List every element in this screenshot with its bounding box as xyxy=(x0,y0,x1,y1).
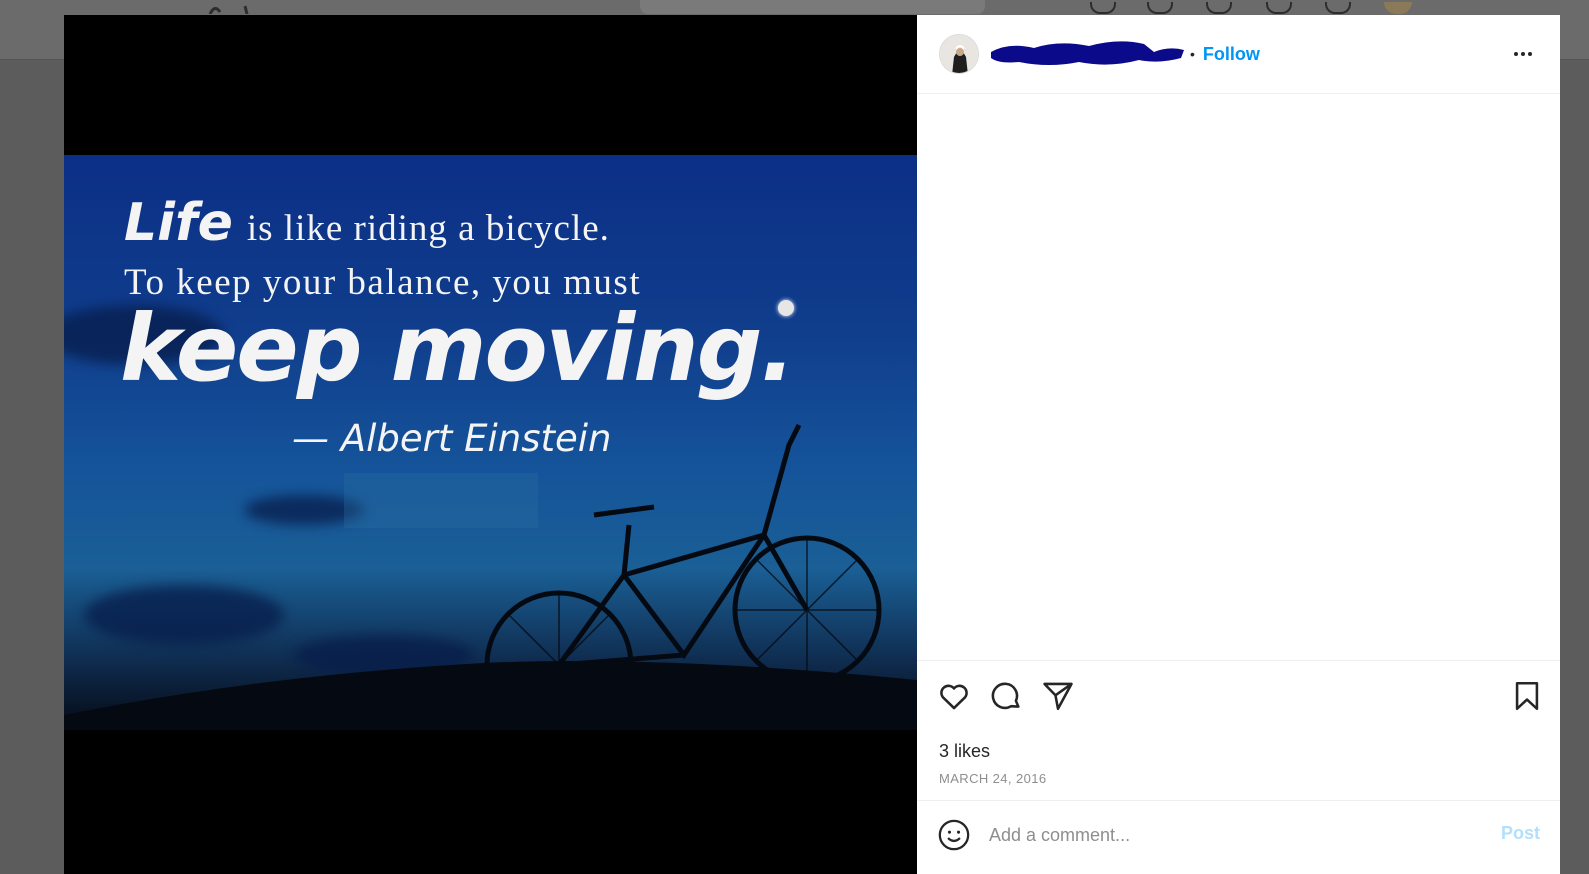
background-avatar xyxy=(1384,2,1412,14)
heart-icon[interactable] xyxy=(937,679,971,713)
emoji-icon[interactable] xyxy=(937,818,971,852)
comment-icon[interactable] xyxy=(989,679,1023,713)
separator-dot: • xyxy=(1190,46,1195,62)
post-photo: Life is like riding a bicycle. To keep yo… xyxy=(64,155,917,730)
background-home-icon xyxy=(1090,2,1116,14)
comment-input[interactable] xyxy=(989,821,1469,849)
avatar-figure xyxy=(940,35,978,73)
redaction-scribble xyxy=(991,41,1184,65)
share-icon[interactable] xyxy=(1041,679,1075,713)
author-avatar[interactable] xyxy=(939,34,979,74)
background-logo xyxy=(208,5,249,14)
more-dot xyxy=(1528,52,1532,56)
post-date: MARCH 24, 2016 xyxy=(939,771,1047,786)
follow-button[interactable]: Follow xyxy=(1203,44,1260,65)
background-messages-icon xyxy=(1147,2,1173,14)
post-header: • Follow xyxy=(917,15,1560,94)
quote-line-3: keep moving. xyxy=(120,295,795,402)
quote-line-1-text: is like riding a bicycle. xyxy=(246,208,610,249)
post-modal: Life is like riding a bicycle. To keep yo… xyxy=(64,15,1560,874)
post-sidebar: • Follow 3 likes MARCH 24, 2016 Add a co… xyxy=(917,15,1560,874)
background-explore-icon xyxy=(1266,2,1292,14)
username-area[interactable] xyxy=(989,38,1184,70)
likes-count[interactable]: 3 likes xyxy=(939,741,990,762)
more-options-icon[interactable] xyxy=(1508,43,1538,65)
background-search-bar xyxy=(640,0,985,14)
background-activity-icon xyxy=(1325,2,1351,14)
more-dot xyxy=(1514,52,1518,56)
comment-bar: Post xyxy=(917,800,1560,874)
image-blur-patch xyxy=(344,473,538,528)
quote-word-life: Life xyxy=(124,193,233,253)
post-button[interactable]: Post xyxy=(1501,823,1540,844)
quote-line-1: Life is like riding a bicycle. xyxy=(124,193,610,253)
action-bar: 3 likes MARCH 24, 2016 xyxy=(917,661,1560,786)
bookmark-icon[interactable] xyxy=(1510,679,1544,713)
background-create-icon xyxy=(1206,2,1232,14)
quote-author: — Albert Einstein xyxy=(292,417,612,460)
more-dot xyxy=(1521,52,1525,56)
post-media: Life is like riding a bicycle. To keep yo… xyxy=(64,15,917,874)
comments-area[interactable] xyxy=(917,94,1560,661)
